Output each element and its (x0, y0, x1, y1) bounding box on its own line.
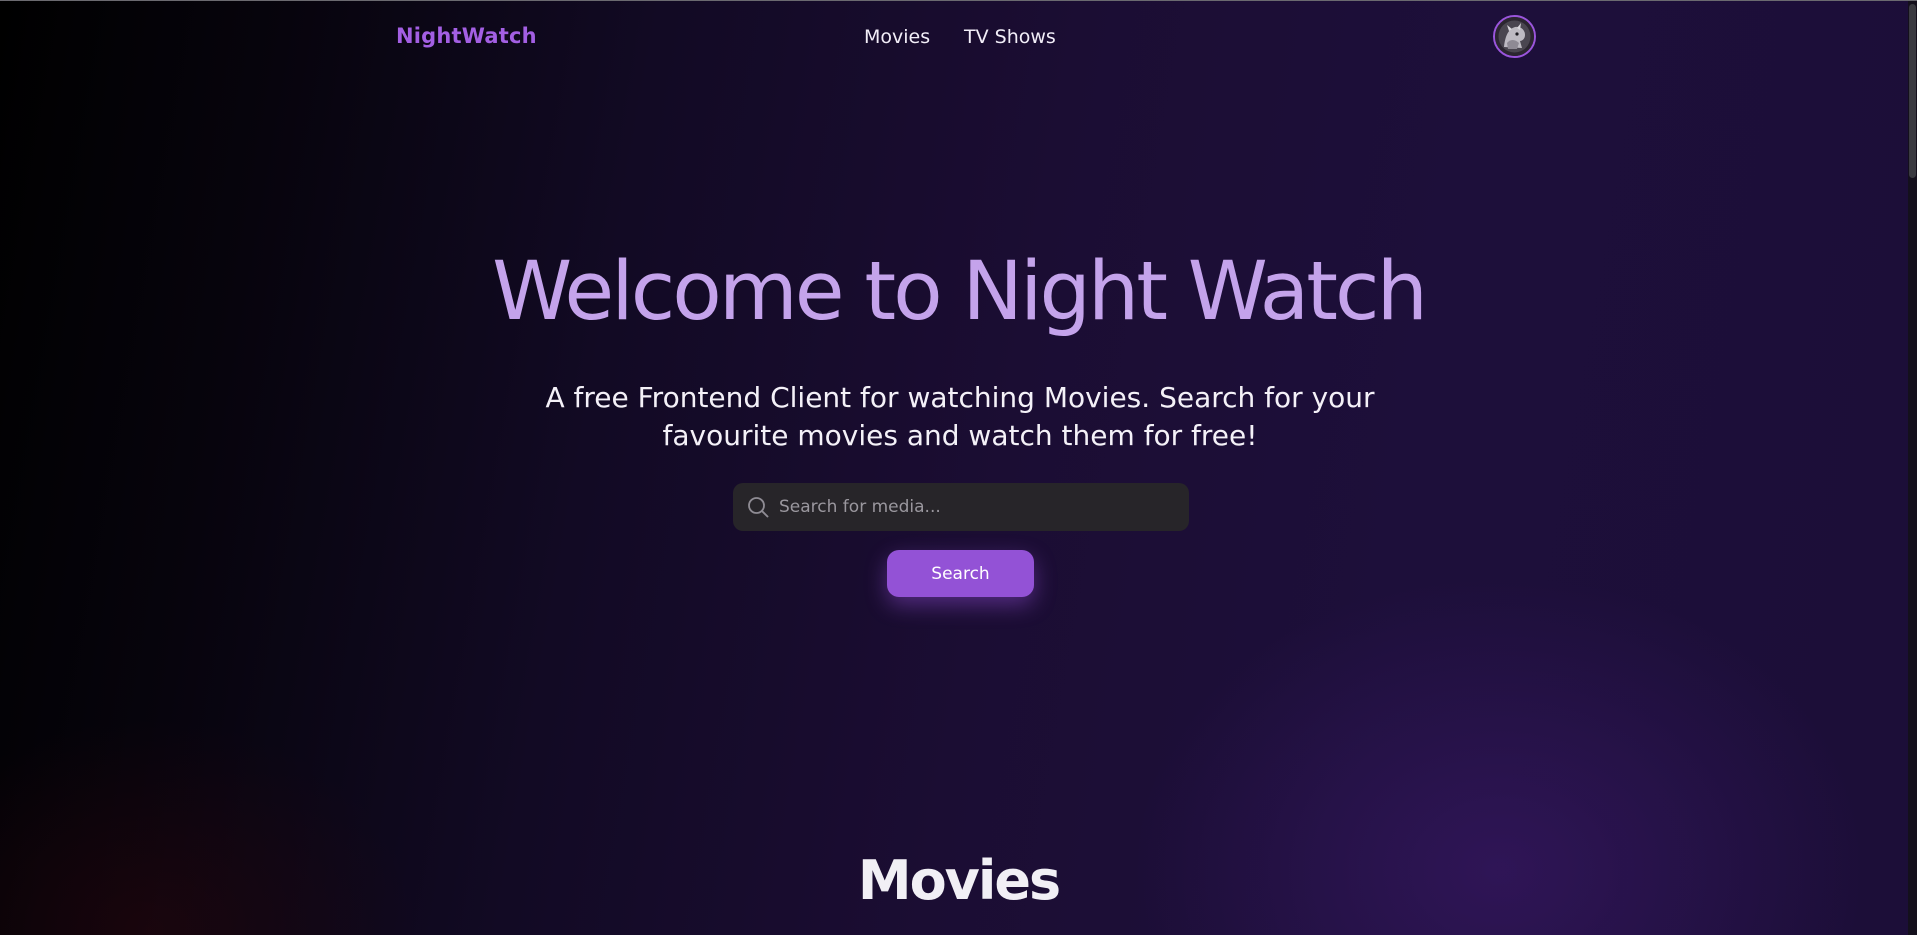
brand-logo-link[interactable]: NightWatch (396, 24, 537, 48)
nav-link-movies[interactable]: Movies (864, 26, 930, 48)
search-box (733, 483, 1189, 531)
window-top-border (0, 0, 1917, 1)
nav-link-tv-shows[interactable]: TV Shows (964, 26, 1056, 48)
scrollbar-thumb[interactable] (1909, 4, 1916, 178)
hero-subtitle: A free Frontend Client for watching Movi… (545, 381, 1375, 452)
user-avatar-icon (1495, 17, 1534, 56)
vertical-scrollbar[interactable] (1908, 1, 1917, 935)
search-icon (748, 497, 769, 518)
search-button[interactable]: Search (887, 550, 1034, 597)
section-title-movies: Movies (857, 849, 1061, 912)
user-avatar-button[interactable] (1493, 15, 1536, 58)
hero-title: Welcome to Night Watch (492, 245, 1428, 339)
search-input[interactable] (779, 483, 1179, 531)
